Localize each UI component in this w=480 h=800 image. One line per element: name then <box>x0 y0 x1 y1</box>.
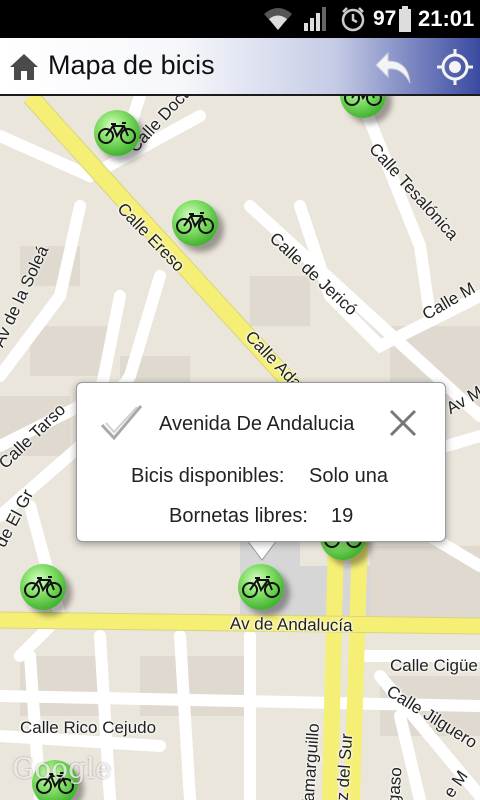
signal-icon <box>303 0 329 38</box>
checkmark-icon <box>99 403 143 448</box>
station-name: Avenida De Andalucia <box>159 413 355 435</box>
status-bar: 97 21:01 <box>0 0 480 38</box>
back-button[interactable] <box>372 48 416 88</box>
bike-station-marker[interactable] <box>172 200 218 246</box>
street-label: Calle Cigüe <box>390 656 478 675</box>
wifi-icon <box>262 0 294 38</box>
bicycle-icon <box>242 576 280 598</box>
battery-level: 97 <box>373 7 397 30</box>
battery-icon <box>398 0 412 38</box>
page-title: Mapa de bicis <box>48 50 215 80</box>
bike-station-marker-selected[interactable] <box>238 564 284 610</box>
free-slots-label: Bornetas libres: <box>169 505 308 527</box>
bicycle-icon <box>98 122 136 144</box>
bubble-pointer <box>247 540 277 561</box>
available-bikes-label: Bicis disponibles: <box>131 465 285 487</box>
bicycle-icon <box>24 576 62 598</box>
free-slots-value: 19 <box>331 505 354 527</box>
alarm-clock-icon <box>340 0 366 38</box>
available-bikes-value: Solo una <box>309 465 388 487</box>
bicycle-icon <box>344 96 382 106</box>
street-label: Av de Andalucía <box>229 614 353 636</box>
google-logo: Google <box>12 752 112 785</box>
bike-station-marker[interactable] <box>94 110 140 156</box>
street-label: gaso <box>384 766 406 800</box>
station-info-bubble[interactable]: Avenida De Andalucia Bicis disponibles: … <box>76 382 446 542</box>
my-location-button[interactable] <box>434 46 476 88</box>
bicycle-icon <box>176 212 214 234</box>
bike-station-marker[interactable] <box>20 564 66 610</box>
close-icon <box>389 409 417 437</box>
street-label: Calle Rico Cejudo <box>20 718 157 737</box>
close-button[interactable] <box>385 405 421 441</box>
crosshair-icon <box>437 49 473 85</box>
clock-time: 21:01 <box>418 6 475 31</box>
home-icon[interactable] <box>8 52 40 87</box>
back-arrow-icon <box>375 51 411 84</box>
app-title-bar: Mapa de bicis <box>0 38 480 96</box>
